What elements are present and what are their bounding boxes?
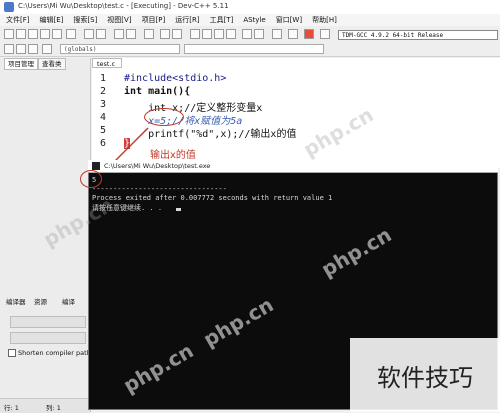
line-number: 2 — [100, 86, 107, 97]
checkmark-icon[interactable] — [288, 29, 298, 39]
status-line: 行: 1 — [4, 404, 19, 412]
shorten-paths-option[interactable]: Shorten compiler paths — [8, 349, 94, 357]
menu-file[interactable]: 文件[F] — [6, 15, 30, 25]
console-output: -------------------------------- — [92, 185, 227, 193]
project-options-icon[interactable] — [172, 29, 182, 39]
menu-view[interactable]: 视图[V] — [107, 15, 131, 25]
insert-icon[interactable] — [4, 44, 14, 54]
redo-icon[interactable] — [96, 29, 106, 39]
debug-icon[interactable] — [242, 29, 252, 39]
close-file-icon[interactable] — [52, 29, 62, 39]
tab-resources[interactable]: 资源 — [34, 296, 47, 306]
new-project-icon[interactable] — [160, 29, 170, 39]
compile-icon[interactable] — [190, 29, 200, 39]
find-icon[interactable] — [114, 29, 124, 39]
run-icon[interactable] — [202, 29, 212, 39]
compile-log-button[interactable] — [10, 316, 86, 328]
stop-icon[interactable] — [254, 29, 264, 39]
goto-bookmark-icon[interactable] — [28, 44, 38, 54]
brand-watermark: 软件技巧 — [350, 338, 500, 412]
menu-window[interactable]: 窗口[W] — [276, 15, 302, 25]
bottom-tabs: 编译器 资源 编译 — [0, 294, 88, 306]
tab-project[interactable]: 项目管理 — [4, 58, 38, 70]
window-title: C:\Users\Mi Wu\Desktop\test.c - [Executi… — [18, 2, 229, 10]
line-number: 3 — [100, 99, 107, 110]
menu-astyle[interactable]: AStyle — [243, 16, 265, 24]
open-file-icon[interactable] — [16, 29, 26, 39]
code-line: #include<stdio.h> — [124, 73, 227, 84]
menu-project[interactable]: 项目[P] — [142, 15, 166, 25]
output-highlight-oval — [80, 170, 102, 188]
console-cursor — [176, 208, 181, 211]
grid-icon[interactable] — [320, 29, 330, 39]
tab-classes[interactable]: 查看类 — [38, 58, 66, 70]
new-file-icon[interactable] — [4, 29, 14, 39]
save-all-icon[interactable] — [40, 29, 50, 39]
menu-edit[interactable]: 编辑[E] — [40, 15, 64, 25]
scope-select[interactable]: (globals) — [60, 44, 180, 54]
console-output: Process exited after 0.007772 seconds wi… — [92, 194, 333, 202]
status-bar: 行: 1 列: 1 — [0, 398, 90, 413]
console-titlebar: C:\Users\Mi Wu\Desktop\test.exe — [88, 160, 498, 173]
abort-compile-button[interactable] — [10, 332, 86, 344]
indent-icon[interactable] — [42, 44, 52, 54]
window-titlebar: C:\Users\Mi Wu\Desktop\test.c - [Executi… — [0, 0, 500, 15]
tab-compiler[interactable]: 编译器 — [6, 296, 26, 306]
close-icon[interactable] — [304, 29, 314, 39]
rebuild-icon[interactable] — [226, 29, 236, 39]
editor-tab[interactable]: test.c — [92, 58, 122, 68]
menu-help[interactable]: 帮助[H] — [312, 15, 337, 25]
console-title: C:\Users\Mi Wu\Desktop\test.exe — [104, 162, 211, 170]
menu-bar: 文件[F] 编辑[E] 搜索[S] 视图[V] 项目[P] 运行[R] 工具[T… — [0, 14, 500, 26]
line-number: 4 — [100, 112, 107, 123]
print-icon[interactable] — [66, 29, 76, 39]
tab-compile-log[interactable]: 编译 — [62, 296, 75, 306]
replace-icon[interactable] — [126, 29, 136, 39]
compiler-select[interactable]: TDM-GCC 4.9.2 64-bit Release — [338, 30, 498, 40]
menu-run[interactable]: 运行[R] — [175, 15, 199, 25]
profile-icon[interactable] — [272, 29, 282, 39]
code-line: int main(){ — [124, 86, 191, 97]
annotation-label: 输出x的值 — [150, 150, 196, 161]
undo-icon[interactable] — [84, 29, 94, 39]
save-icon[interactable] — [28, 29, 38, 39]
compile-run-icon[interactable] — [214, 29, 224, 39]
menu-search[interactable]: 搜索[S] — [73, 15, 97, 25]
shorten-paths-checkbox[interactable] — [8, 349, 16, 357]
status-col: 列: 1 — [46, 404, 61, 412]
menu-tools[interactable]: 工具[T] — [210, 15, 234, 25]
function-select[interactable] — [184, 44, 324, 54]
goto-icon[interactable] — [144, 29, 154, 39]
console-icon — [92, 162, 100, 170]
toggle-bookmark-icon[interactable] — [16, 44, 26, 54]
app-icon — [4, 2, 14, 12]
line-number: 1 — [100, 73, 107, 84]
shorten-paths-label: Shorten compiler paths — [18, 349, 95, 357]
